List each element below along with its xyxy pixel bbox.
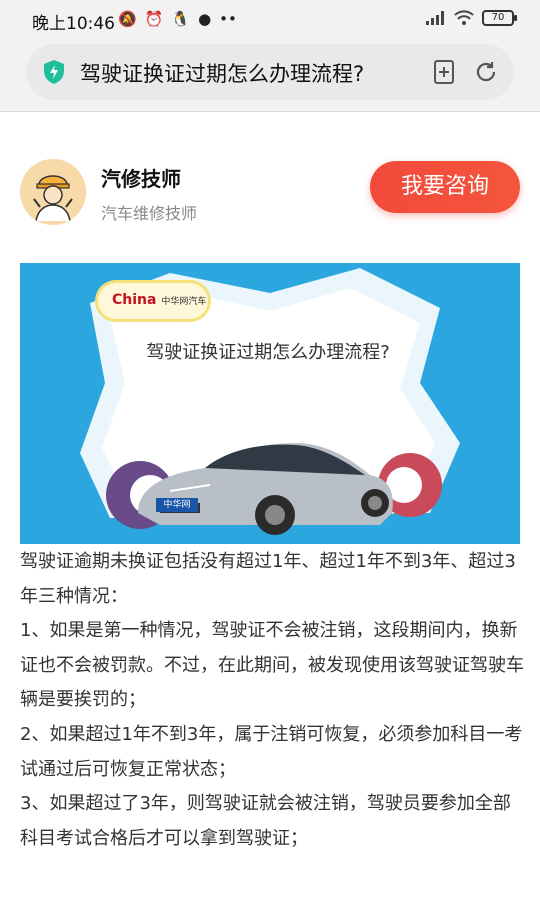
battery-indicator: 70	[482, 10, 517, 26]
article-body: 驾驶证逾期未换证包括没有超过1年、超过1年不到3年、超过3年三种情况： 1、如果…	[20, 545, 524, 856]
search-bar[interactable]: 驾驶证换证过期怎么办理流程?	[26, 44, 514, 100]
article-paragraph: 1、如果是第一种情况，驾驶证不会被注销，这段期间内，换新证也不会被罚款。不过，在…	[20, 620, 524, 711]
banner-logo: China 中华网汽车	[98, 283, 208, 319]
mechanic-avatar-icon	[20, 159, 86, 225]
author-avatar[interactable]	[20, 159, 86, 225]
article-paragraph: 驾驶证逾期未换证包括没有超过1年、超过1年不到3年、超过3年三种情况：	[20, 551, 516, 607]
alarm-icon: ⏰	[144, 10, 164, 28]
more-icon: ••	[219, 10, 237, 28]
status-notification-icons: 🔕 ⏰ 🐧 ● ••	[118, 9, 237, 29]
banner-title: 驾驶证换证过期怎么办理流程?	[146, 342, 390, 363]
qq-icon: 🐧	[171, 10, 191, 28]
status-time: 晚上10:46	[32, 14, 115, 34]
wifi-icon	[454, 10, 474, 25]
consult-button[interactable]: 我要咨询	[370, 161, 520, 213]
author-name[interactable]: 汽修技师	[101, 163, 181, 192]
mute-icon: 🔕	[118, 10, 137, 28]
browser-toolbar: 驾驶证换证过期怎么办理流程?	[0, 40, 540, 112]
banner-artwork	[20, 263, 520, 544]
banner-logo-text: China	[112, 292, 157, 308]
article-paragraph: 3、如果超过了3年，则驾驶证就会被注销，驾驶员要参加全部科目考试合格后才可以拿到…	[20, 793, 511, 849]
security-shield-icon	[44, 60, 64, 84]
signal-icon	[426, 11, 444, 25]
refresh-icon[interactable]	[472, 58, 500, 86]
article-banner-image: China 中华网汽车 驾驶证换证过期怎么办理流程? 中华网	[20, 263, 520, 544]
author-title: 汽车维修技师	[101, 204, 198, 223]
article-paragraph: 2、如果超过1年不到3年，属于注销可恢复，必须参加科目一考试通过后可恢复正常状态…	[20, 723, 523, 780]
status-bar: 晚上10:46 🔕 ⏰ 🐧 ● •• 70	[0, 0, 540, 40]
app-icon: ●	[198, 10, 212, 28]
car-license-plate: 中华网	[156, 498, 198, 512]
status-system-icons: 70	[426, 10, 517, 26]
search-query-text[interactable]: 驾驶证换证过期怎么办理流程?	[80, 58, 410, 88]
add-bookmark-icon[interactable]	[430, 58, 458, 86]
banner-logo-sub: 中华网汽车	[161, 297, 207, 307]
